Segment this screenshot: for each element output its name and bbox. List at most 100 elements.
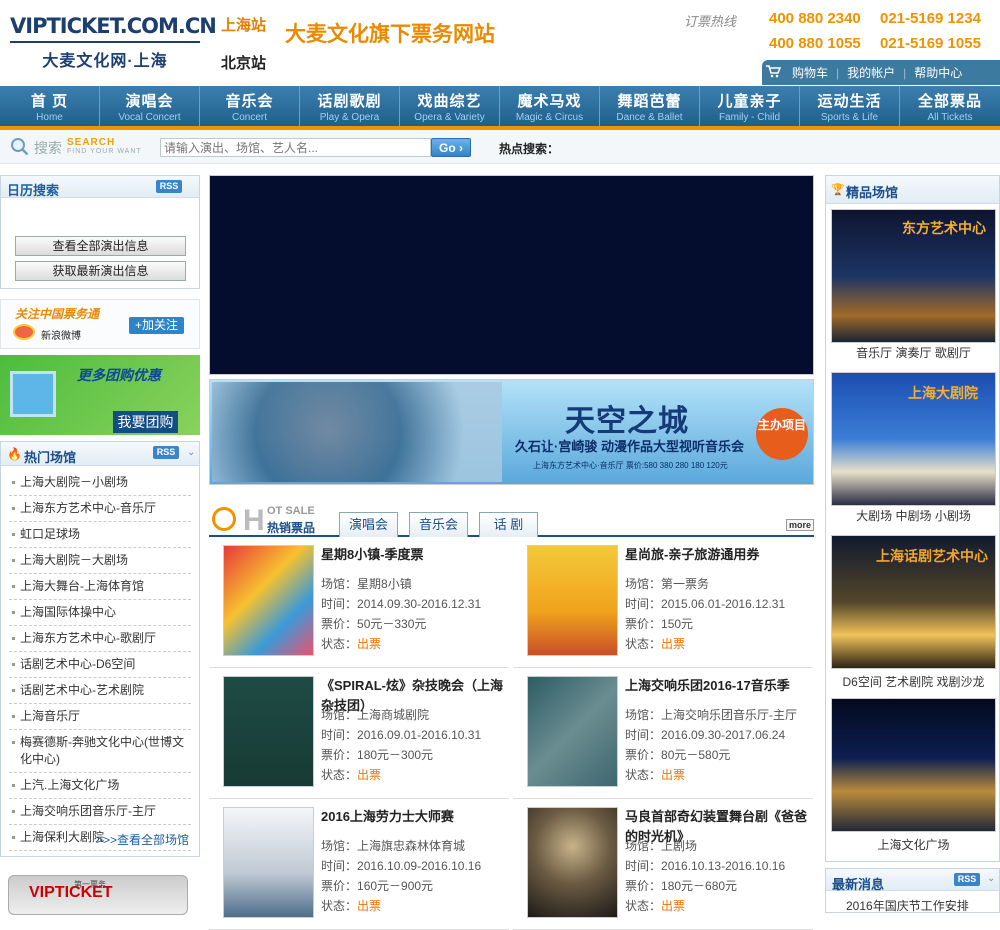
venue-caption[interactable]: 上海文化广场 [831,836,996,853]
anime-artwork-image [212,382,502,482]
venue-link[interactable]: 上海大剧院－大剧场 [9,548,191,574]
ticket-item[interactable]: 星尚旅-亲子旅游通用券 场馆：第一票务 时间：2015.06.01-2016.1… [513,537,813,668]
ticket-item[interactable]: 上海交响乐团2016-17音乐季 场馆：上海交响乐团音乐厅-主厅 时间：2016… [513,668,813,799]
nav-family-child[interactable]: 儿童亲子 Family - Child [700,86,800,126]
ticket-item[interactable]: 星期8小镇-季度票 场馆：星期8小镇 时间：2014.09.30-2016.12… [209,537,509,668]
field-label: 时间： [625,728,662,742]
news-item[interactable]: 2016年国庆节工作安排 [846,897,969,914]
nav-concert[interactable]: 音乐会 Concert [200,86,300,126]
main-content: 天空之城 久石让·宫崎骏 动漫作品大型视听音乐会 上海东方艺术中心·音乐厅 票价… [209,175,814,930]
venue-link[interactable]: 上海交响乐团音乐厅-主厅 [9,799,191,825]
ticket-name[interactable]: 2016上海劳力士大师赛 [321,807,509,827]
ticket-venue-value: 上海旗忠森林体育城 [357,839,466,853]
nav-play-opera[interactable]: 话剧歌剧 Play & Opera [300,86,400,126]
chevron-down-icon[interactable]: ⌄ [987,873,995,884]
logo-subtitle: 大麦文化网·上海 [42,53,168,70]
venue-link[interactable]: 话剧艺术中心-D6空间 [9,652,191,678]
tab-concert[interactable]: 音乐会 [409,512,468,537]
ticket-poster-image[interactable] [223,807,314,918]
ticket-name[interactable]: 星期8小镇-季度票 [321,545,509,565]
view-all-shows-button[interactable]: 查看全部演出信息 [15,236,186,256]
tab-play[interactable]: 话 剧 [479,512,538,537]
chevron-down-icon[interactable]: ⌄ [187,447,195,458]
city-beijing-link[interactable]: 北京站 [221,52,266,73]
panel-header: 最新消息 RSS ⌄ [826,869,999,892]
ticket-venue-value: 星期8小镇 [357,577,412,591]
hot-sale-header: H OT SALE 热销票品 演唱会 音乐会 话 剧 more [209,504,814,537]
venue-link[interactable]: 话剧艺术中心-艺术剧院 [9,678,191,704]
vip-card-banner[interactable]: VIPTICKET 第一票务 [8,875,188,915]
search-go-button[interactable]: Go › [431,138,471,157]
nav-vocal-concert[interactable]: 演唱会 Vocal Concert [100,86,200,126]
ticket-poster-image[interactable] [223,545,314,656]
gift-box-icon [10,371,56,417]
nav-label-en: Opera & Variety [414,112,485,123]
nav-dance-ballet[interactable]: 舞蹈芭蕾 Dance & Ballet [600,86,700,126]
venue-link[interactable]: 上海大剧院－小剧场 [9,470,191,496]
nav-sports-life[interactable]: 运动生活 Sports & Life [800,86,900,126]
cart-icon[interactable] [762,64,784,81]
ticket-name[interactable]: 上海交响乐团2016-17音乐季 [625,676,813,696]
search-input[interactable] [160,138,431,157]
city-shanghai-link[interactable]: 上海站 [221,14,266,35]
more-link[interactable]: more [785,519,814,531]
latest-shows-button[interactable]: 获取最新演出信息 [15,261,186,281]
main-nav: 首 页 Home 演唱会 Vocal Concert 音乐会 Concert 话剧歌剧… [0,86,1000,126]
field-label: 状态： [321,768,358,782]
field-label: 状态： [321,899,358,913]
rss-badge[interactable]: RSS [153,446,179,459]
ticket-poster-image[interactable] [527,676,618,787]
ticket-name[interactable]: 星尚旅-亲子旅游通用券 [625,545,813,565]
ticket-venue: 场馆：上海交响乐团音乐厅-主厅 [625,706,797,723]
venue-link[interactable]: 上海音乐厅 [9,704,191,730]
ticket-time-value: 2016.10.09-2016.10.16 [357,859,482,873]
venue-link[interactable]: 虹口足球场 [9,522,191,548]
nav-opera-variety[interactable]: 戏曲综艺 Opera & Variety [400,86,500,126]
weibo-follow-button[interactable]: +加关注 [129,317,184,334]
ticket-venue-value: 第一票务 [661,577,710,591]
ticket-item[interactable]: 马良首部奇幻装置舞台剧《爸爸的时光机》 场馆：上剧场 时间：2016.10.13… [513,799,813,930]
rss-badge[interactable]: RSS [954,873,980,886]
venue-link[interactable]: 梅赛德斯-奔驰文化中心(世博文化中心) [9,730,191,773]
ticket-poster-image[interactable] [223,676,314,787]
venue-photo-image[interactable] [831,698,996,832]
venue-photo-image[interactable]: 上海大剧院 [831,372,996,506]
account-link[interactable]: 我的帐户 [839,64,903,81]
hot-sale-letter: H [243,504,265,537]
venue-caption[interactable]: 大剧场 中剧场 小剧场 [831,507,996,524]
venue-caption[interactable]: 音乐厅 演奏厅 歌剧厅 [831,344,996,361]
ticket-price: 票价：180元－680元 [625,877,737,894]
venue-photo-title: 上海话剧艺术中心 [876,548,988,564]
slideshow-banner[interactable] [209,175,814,375]
venue-caption[interactable]: D6空间 艺术剧院 戏剧沙龙 [831,673,996,690]
trophy-icon: 🏆 [831,184,845,196]
venue-link[interactable]: 上汽.上海文化广场 [9,773,191,799]
venue-link[interactable]: 上海东方艺术中心-音乐厅 [9,496,191,522]
view-all-venues-link[interactable]: >>>查看全部场馆 [96,831,189,848]
nav-label: 话剧歌剧 [317,93,382,110]
ticket-item[interactable]: 《SPIRAL-炫》杂技晚会（上海杂技团） 场馆：上海商城剧院 时间：2016.… [209,668,509,799]
venue-photo-image[interactable]: 东方艺术中心 [831,209,996,343]
nav-magic-circus[interactable]: 魔术马戏 Magic & Circus [500,86,600,126]
venue-link[interactable]: 上海国际体操中心 [9,600,191,626]
nav-label: 戏曲综艺 [417,93,482,110]
tab-vocal-concert[interactable]: 演唱会 [339,512,398,537]
help-link[interactable]: 帮助中心 [906,64,970,81]
rss-badge[interactable]: RSS [156,180,182,193]
weibo-title: 关注中国票务通 [15,307,100,321]
site-logo[interactable]: VIPTICKET.COM.CN 大麦文化网·上海 [10,14,217,71]
venue-photo-image[interactable]: 上海话剧艺术中心 [831,535,996,669]
venue-link[interactable]: 上海大舞台-上海体育馆 [9,574,191,600]
ticket-poster-image[interactable] [527,807,618,918]
ticket-poster-image[interactable] [527,545,618,656]
nav-all-tickets[interactable]: 全部票品 All Tickets [900,86,1000,126]
venue-link[interactable]: 上海东方艺术中心-歌剧厅 [9,626,191,652]
group-buy-button[interactable]: 我要团购 [113,411,178,433]
nav-home[interactable]: 首 页 Home [0,86,100,126]
featured-concert-banner[interactable]: 天空之城 久石让·宫崎骏 动漫作品大型视听音乐会 上海东方艺术中心·音乐厅 票价… [209,379,814,485]
ticket-item[interactable]: 2016上海劳力士大师赛 场馆：上海旗忠森林体育城 时间：2016.10.09-… [209,799,509,930]
cart-link[interactable]: 购物车 [784,64,836,81]
hot-venues-panel: 🔥 热门场馆 RSS ⌄ 上海大剧院－小剧场 上海东方艺术中心-音乐厅 虹口足球… [0,441,200,857]
group-buy-banner[interactable]: 更多团购优惠 我要团购 [0,355,200,435]
field-label: 场馆： [321,839,358,853]
